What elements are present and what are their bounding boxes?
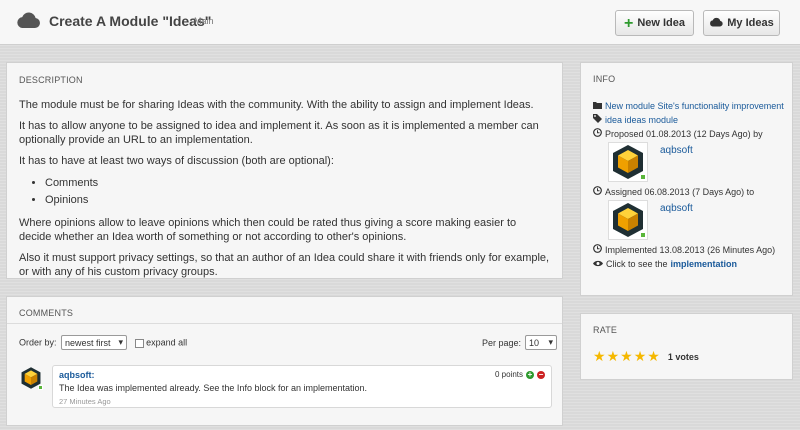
divider <box>7 323 562 324</box>
comment-points: 0 points + − <box>495 370 545 379</box>
avatar[interactable] <box>608 142 648 182</box>
page-title: Create A Module "Ideas" <box>49 13 212 29</box>
comment-author[interactable]: aqbsoft: <box>59 370 545 380</box>
per-page-select[interactable]: 10 ▾ <box>525 335 557 350</box>
list-item: Comments <box>45 175 550 192</box>
plus-icon: + <box>623 14 634 32</box>
per-page-label: Per page: <box>482 338 522 348</box>
implemented-text: Implemented 13.08.2013 (26 Minutes Ago) <box>605 245 776 255</box>
tag-link[interactable]: idea ideas module <box>605 113 678 127</box>
description-paragraph: It has to have at least two ways of disc… <box>19 155 334 167</box>
discussion-list: Comments Opinions <box>45 175 550 209</box>
folder-icon <box>593 99 602 113</box>
description-panel: DESCRIPTION The module must be for shari… <box>6 62 563 279</box>
implementation-link[interactable]: implementation <box>671 257 738 271</box>
breadcrumb[interactable]: Main <box>194 16 214 26</box>
star-icon[interactable]: ★ <box>647 348 660 365</box>
avatar[interactable] <box>608 200 648 240</box>
comments-controls: Order by: newest first ▾ expand all Per … <box>19 335 557 353</box>
chevron-down-icon: ▾ <box>548 337 553 347</box>
rate-panel: RATE ★ ★ ★ ★ ★ 1 votes <box>580 313 793 380</box>
cloud-icon <box>709 17 723 30</box>
assigned-row: Assigned 06.08.2013 (7 Days Ago) to <box>593 185 780 199</box>
new-idea-button[interactable]: + New Idea <box>615 10 694 36</box>
online-indicator <box>38 385 43 390</box>
rate-heading: RATE <box>593 325 618 335</box>
order-select[interactable]: newest first ▾ <box>61 335 128 350</box>
tag-icon <box>593 113 602 127</box>
order-value: newest first <box>65 337 111 348</box>
info-heading: INFO <box>593 74 616 84</box>
star-rating[interactable]: ★ ★ ★ ★ ★ 1 votes <box>593 348 780 365</box>
new-idea-label: New Idea <box>637 17 686 29</box>
assigned-text: Assigned 06.08.2013 (7 Days Ago) to <box>605 187 755 197</box>
description-paragraph: Also it must support privacy settings, s… <box>19 252 550 278</box>
my-ideas-button[interactable]: My Ideas <box>703 10 780 36</box>
click-prefix-text: Click to see the <box>606 259 668 269</box>
description-paragraph: The module must be for sharing Ideas wit… <box>19 99 534 111</box>
comment-bubble: aqbsoft: The Idea was implemented alread… <box>52 365 552 408</box>
chevron-down-icon: ▾ <box>118 337 124 347</box>
tag-row: idea ideas module <box>593 113 780 127</box>
comment-item: aqbsoft: The Idea was implemented alread… <box>19 365 552 410</box>
avatar[interactable] <box>19 366 43 390</box>
star-icon[interactable]: ★ <box>620 348 633 365</box>
thumb-down-icon[interactable]: − <box>537 370 545 379</box>
expand-all-label[interactable]: expand all <box>146 338 187 348</box>
my-ideas-label: My Ideas <box>727 17 774 29</box>
cloud-icon <box>16 11 40 32</box>
clock-icon <box>593 127 602 141</box>
per-page-value: 10 <box>529 337 540 348</box>
star-icon[interactable]: ★ <box>634 348 647 365</box>
proposer-block: aqbsoft <box>608 142 780 182</box>
comments-panel: COMMENTS Order by: newest first ▾ expand… <box>6 296 563 426</box>
assignee-name[interactable]: aqbsoft <box>660 200 693 240</box>
description-heading: DESCRIPTION <box>19 75 83 85</box>
proposer-name[interactable]: aqbsoft <box>660 142 693 182</box>
order-by-label: Order by: <box>19 337 57 348</box>
implemented-row: Implemented 13.08.2013 (26 Minutes Ago) <box>593 243 780 257</box>
comments-heading: COMMENTS <box>19 308 74 318</box>
description-paragraph: It has to allow anyone to be assigned to… <box>19 120 539 146</box>
points-count: 0 points <box>494 370 523 379</box>
votes-count: 1 votes <box>667 351 699 362</box>
info-panel: INFO New module Site's functionality imp… <box>580 62 793 296</box>
top-bar: Create A Module "Ideas" Main + New Idea … <box>0 0 800 45</box>
proposed-text: Proposed 01.08.2013 (12 Days Ago) by <box>605 129 763 139</box>
star-icon[interactable]: ★ <box>593 348 606 365</box>
implementation-row: Click to see the implementation <box>593 257 780 271</box>
eye-icon <box>593 257 603 271</box>
list-item: Opinions <box>45 192 550 209</box>
description-paragraph: Where opinions allow to leave opinions w… <box>19 217 517 243</box>
comment-text: The Idea was implemented already. See th… <box>59 383 368 393</box>
clock-icon <box>593 243 602 257</box>
expand-all-checkbox[interactable] <box>134 338 144 348</box>
comment-time: 27 Minutes Ago <box>59 397 111 406</box>
online-indicator <box>640 174 646 180</box>
category-link[interactable]: New module Site's functionality improvem… <box>605 99 784 113</box>
category-row: New module Site's functionality improvem… <box>593 99 784 113</box>
online-indicator <box>640 232 646 238</box>
assignee-block: aqbsoft <box>608 200 780 240</box>
thumb-up-icon[interactable]: + <box>526 370 534 379</box>
clock-icon <box>593 185 602 199</box>
star-icon[interactable]: ★ <box>607 348 620 365</box>
proposed-row: Proposed 01.08.2013 (12 Days Ago) by <box>593 127 780 141</box>
